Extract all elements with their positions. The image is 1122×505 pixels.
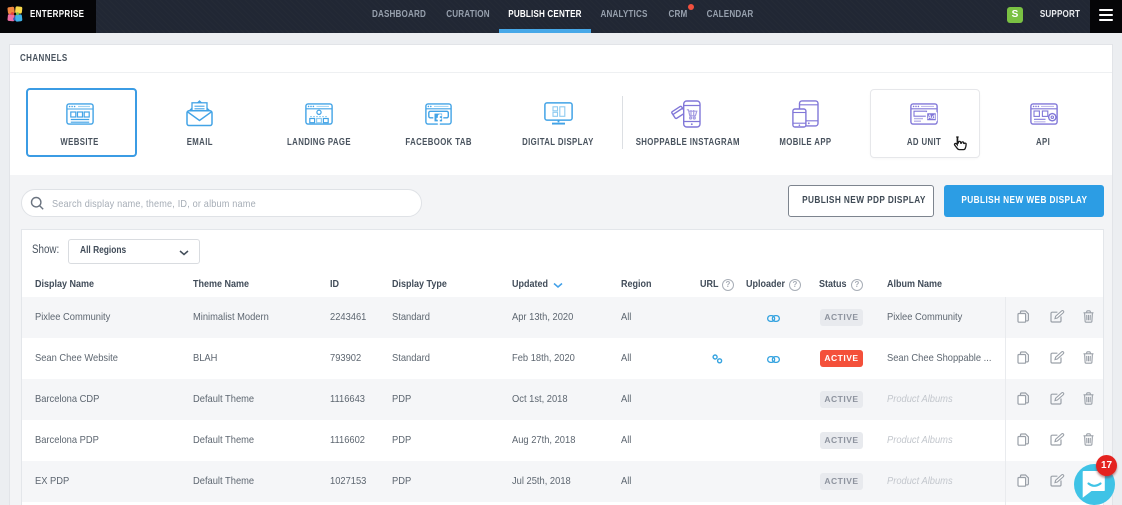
svg-text:Ad: Ad: [928, 115, 936, 121]
